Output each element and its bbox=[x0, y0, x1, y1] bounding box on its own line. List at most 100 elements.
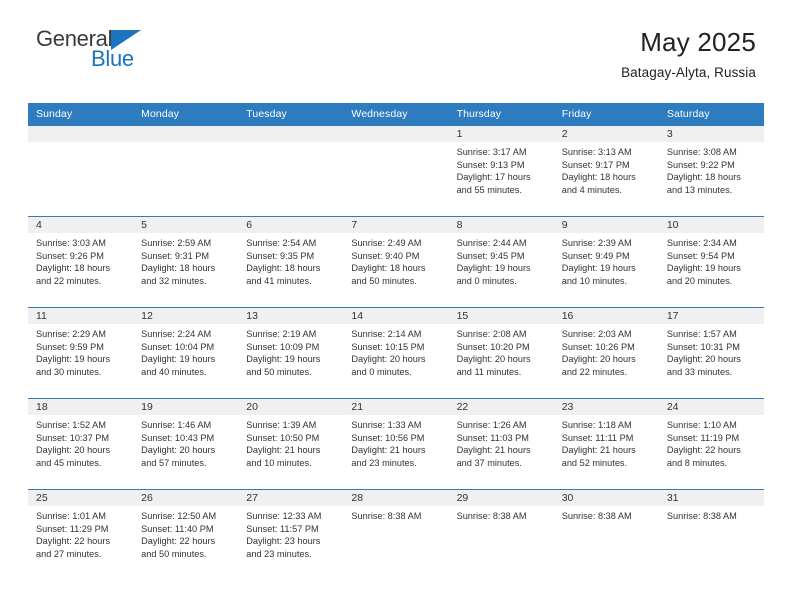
weekday-header-monday: Monday bbox=[133, 103, 239, 126]
calendar-day-cell[interactable]: 28 Sunrise: 8:38 AM bbox=[343, 489, 449, 580]
daylight-text: and 30 minutes. bbox=[36, 366, 102, 377]
general-blue-logo[interactable]: General Blue bbox=[36, 26, 186, 74]
day-details bbox=[28, 142, 133, 146]
daylight-text: and 22 minutes. bbox=[36, 275, 102, 286]
calendar-day-cell[interactable]: 14 Sunrise: 2:14 AM Sunset: 10:15 PM Daylig… bbox=[343, 307, 449, 399]
sunset-text: Sunset: 10:04 PM bbox=[141, 341, 215, 352]
day-number bbox=[238, 126, 344, 142]
daylight-text: and 37 minutes. bbox=[456, 457, 522, 468]
daylight-text: Daylight: 21 hours bbox=[561, 445, 636, 456]
sunset-text: Sunset: 9:17 PM bbox=[561, 159, 630, 170]
day-details: Sunrise: 1:52 AM Sunset: 10:37 PM Daylight… bbox=[28, 415, 133, 469]
sunset-text: Sunset: 10:50 PM bbox=[246, 432, 320, 443]
calendar-week-row: 1 Sunrise: 3:17 AM Sunset: 9:13 PM Daylight… bbox=[28, 126, 764, 217]
day-cell-inner: 22 Sunrise: 1:26 AM Sunset: 11:03 PM Daylig… bbox=[448, 399, 554, 489]
day-cell-inner: 19 Sunrise: 1:46 AM Sunset: 10:43 PM Daylig… bbox=[133, 399, 239, 489]
calendar-day-cell[interactable]: 19 Sunrise: 1:46 AM Sunset: 10:43 PM Daylig… bbox=[133, 398, 239, 490]
sunrise-text: Sunrise: 2:49 AM bbox=[351, 238, 422, 248]
daylight-text: Daylight: 20 hours bbox=[456, 354, 531, 365]
day-number: 9 bbox=[553, 217, 659, 233]
calendar-day-cell[interactable]: 26 Sunrise: 12:50 AM Sunset: 11:40 PM Dayli… bbox=[133, 489, 239, 580]
daylight-text: Daylight: 19 hours bbox=[561, 263, 636, 274]
day-cell-inner: 20 Sunrise: 1:39 AM Sunset: 10:50 PM Daylig… bbox=[238, 399, 344, 489]
calendar-day-cell[interactable]: 9 Sunrise: 2:39 AM Sunset: 9:49 PM Daylight… bbox=[553, 216, 659, 308]
day-details bbox=[133, 142, 238, 146]
calendar-day-cell[interactable]: 21 Sunrise: 1:33 AM Sunset: 10:56 PM Daylig… bbox=[343, 398, 449, 490]
calendar-day-cell[interactable]: 8 Sunrise: 2:44 AM Sunset: 9:45 PM Daylight… bbox=[448, 216, 554, 308]
day-number bbox=[343, 126, 449, 142]
calendar-day-cell[interactable]: 18 Sunrise: 1:52 AM Sunset: 10:37 PM Daylig… bbox=[28, 398, 134, 490]
sunset-text: Sunset: 10:09 PM bbox=[246, 341, 320, 352]
day-cell-inner: 27 Sunrise: 12:33 AM Sunset: 11:57 PM Dayli… bbox=[238, 490, 344, 580]
day-number: 29 bbox=[448, 490, 554, 506]
day-number: 16 bbox=[553, 308, 659, 324]
calendar-day-cell[interactable]: 27 Sunrise: 12:33 AM Sunset: 11:57 PM Dayli… bbox=[238, 489, 344, 580]
calendar-day-cell[interactable]: 1 Sunrise: 3:17 AM Sunset: 9:13 PM Daylight… bbox=[448, 126, 554, 217]
daylight-text: and 23 minutes. bbox=[246, 548, 312, 559]
sunrise-text: Sunrise: 2:14 AM bbox=[351, 329, 422, 339]
sunrise-text: Sunrise: 12:33 AM bbox=[246, 511, 322, 521]
daylight-text: and 10 minutes. bbox=[246, 457, 312, 468]
daylight-text: and 20 minutes. bbox=[666, 275, 733, 286]
day-cell-inner: 25 Sunrise: 1:01 AM Sunset: 11:29 PM Daylig… bbox=[28, 490, 134, 580]
calendar-day-cell[interactable]: 7 Sunrise: 2:49 AM Sunset: 9:40 PM Daylight… bbox=[343, 216, 449, 308]
sunrise-text: Sunrise: 2:59 AM bbox=[141, 238, 212, 248]
calendar-day-cell[interactable]: 23 Sunrise: 1:18 AM Sunset: 11:11 PM Daylig… bbox=[553, 398, 659, 490]
day-details: Sunrise: 8:38 AM bbox=[343, 506, 448, 523]
day-details: Sunrise: 2:19 AM Sunset: 10:09 PM Daylight… bbox=[238, 324, 343, 378]
daylight-text: Daylight: 18 hours bbox=[561, 172, 636, 183]
calendar-day-cell[interactable]: 11 Sunrise: 2:29 AM Sunset: 9:59 PM Dayligh… bbox=[28, 307, 134, 399]
calendar-day-cell[interactable]: 24 Sunrise: 1:10 AM Sunset: 11:19 PM Daylig… bbox=[658, 398, 764, 490]
calendar-week-row: 25 Sunrise: 1:01 AM Sunset: 11:29 PM Daylig… bbox=[28, 489, 764, 580]
day-details: Sunrise: 2:14 AM Sunset: 10:15 PM Daylight… bbox=[343, 324, 448, 378]
daylight-text: and 22 minutes. bbox=[561, 366, 628, 377]
sunset-text: Sunset: 11:19 PM bbox=[666, 432, 740, 443]
calendar-day-cell[interactable]: 3 Sunrise: 3:08 AM Sunset: 9:22 PM Daylight… bbox=[658, 126, 764, 217]
calendar-day-cell[interactable]: 13 Sunrise: 2:19 AM Sunset: 10:09 PM Daylig… bbox=[238, 307, 344, 399]
day-details: Sunrise: 1:57 AM Sunset: 10:31 PM Daylight… bbox=[659, 324, 764, 378]
daylight-text: Daylight: 21 hours bbox=[246, 445, 321, 456]
calendar-day-cell[interactable]: 12 Sunrise: 2:24 AM Sunset: 10:04 PM Daylig… bbox=[133, 307, 239, 399]
calendar-cell-empty bbox=[238, 126, 344, 217]
day-details: Sunrise: 2:59 AM Sunset: 9:31 PM Daylight:… bbox=[133, 233, 238, 287]
sunrise-text: Sunrise: 3:17 AM bbox=[456, 147, 527, 157]
day-details: Sunrise: 3:08 AM Sunset: 9:22 PM Daylight:… bbox=[659, 142, 764, 196]
calendar-day-cell[interactable]: 25 Sunrise: 1:01 AM Sunset: 11:29 PM Daylig… bbox=[28, 489, 134, 580]
day-number: 1 bbox=[448, 126, 554, 142]
day-cell-inner: 31 Sunrise: 8:38 AM bbox=[658, 490, 764, 580]
day-cell-inner: 24 Sunrise: 1:10 AM Sunset: 11:19 PM Daylig… bbox=[658, 399, 764, 489]
daylight-text: Daylight: 17 hours bbox=[456, 172, 531, 183]
daylight-text: and 57 minutes. bbox=[141, 457, 207, 468]
calendar-day-cell[interactable]: 6 Sunrise: 2:54 AM Sunset: 9:35 PM Daylight… bbox=[238, 216, 344, 308]
day-details: Sunrise: 12:33 AM Sunset: 11:57 PM Dayligh… bbox=[238, 506, 343, 560]
day-details: Sunrise: 3:17 AM Sunset: 9:13 PM Daylight:… bbox=[449, 142, 554, 196]
day-details bbox=[238, 142, 343, 146]
day-details: Sunrise: 8:38 AM bbox=[449, 506, 554, 523]
daylight-text: Daylight: 19 hours bbox=[666, 263, 741, 274]
calendar-day-cell[interactable]: 2 Sunrise: 3:13 AM Sunset: 9:17 PM Daylight… bbox=[553, 126, 659, 217]
sunset-text: Sunset: 9:13 PM bbox=[456, 159, 525, 170]
calendar-day-cell[interactable]: 31 Sunrise: 8:38 AM bbox=[658, 489, 764, 580]
calendar-day-cell[interactable]: 17 Sunrise: 1:57 AM Sunset: 10:31 PM Daylig… bbox=[658, 307, 764, 399]
daylight-text: Daylight: 18 hours bbox=[246, 263, 321, 274]
calendar-day-cell[interactable]: 4 Sunrise: 3:03 AM Sunset: 9:26 PM Daylight… bbox=[28, 216, 134, 308]
day-cell-inner: 17 Sunrise: 1:57 AM Sunset: 10:31 PM Daylig… bbox=[658, 308, 764, 398]
sunrise-text: Sunrise: 1:10 AM bbox=[666, 420, 737, 430]
calendar-day-cell[interactable]: 30 Sunrise: 8:38 AM bbox=[553, 489, 659, 580]
calendar-day-cell[interactable]: 16 Sunrise: 2:03 AM Sunset: 10:26 PM Daylig… bbox=[553, 307, 659, 399]
day-details bbox=[343, 142, 448, 146]
day-cell-inner: 7 Sunrise: 2:49 AM Sunset: 9:40 PM Daylight… bbox=[343, 217, 449, 307]
calendar-day-cell[interactable]: 5 Sunrise: 2:59 AM Sunset: 9:31 PM Daylight… bbox=[133, 216, 239, 308]
day-cell-inner: 15 Sunrise: 2:08 AM Sunset: 10:20 PM Daylig… bbox=[448, 308, 554, 398]
calendar-day-cell[interactable]: 10 Sunrise: 2:34 AM Sunset: 9:54 PM Dayligh… bbox=[658, 216, 764, 308]
page-header: General Blue May 2025 Batagay-Alyta, Rus… bbox=[0, 0, 792, 80]
sunset-text: Sunset: 9:31 PM bbox=[141, 250, 210, 261]
day-cell-inner: 6 Sunrise: 2:54 AM Sunset: 9:35 PM Daylight… bbox=[238, 217, 344, 307]
daylight-text: and 40 minutes. bbox=[141, 366, 207, 377]
calendar-day-cell[interactable]: 22 Sunrise: 1:26 AM Sunset: 11:03 PM Daylig… bbox=[448, 398, 554, 490]
day-number bbox=[133, 126, 239, 142]
calendar-day-cell[interactable]: 15 Sunrise: 2:08 AM Sunset: 10:20 PM Daylig… bbox=[448, 307, 554, 399]
calendar-day-cell[interactable]: 20 Sunrise: 1:39 AM Sunset: 10:50 PM Daylig… bbox=[238, 398, 344, 490]
calendar-day-cell[interactable]: 29 Sunrise: 8:38 AM bbox=[448, 489, 554, 580]
day-number: 22 bbox=[448, 399, 554, 415]
